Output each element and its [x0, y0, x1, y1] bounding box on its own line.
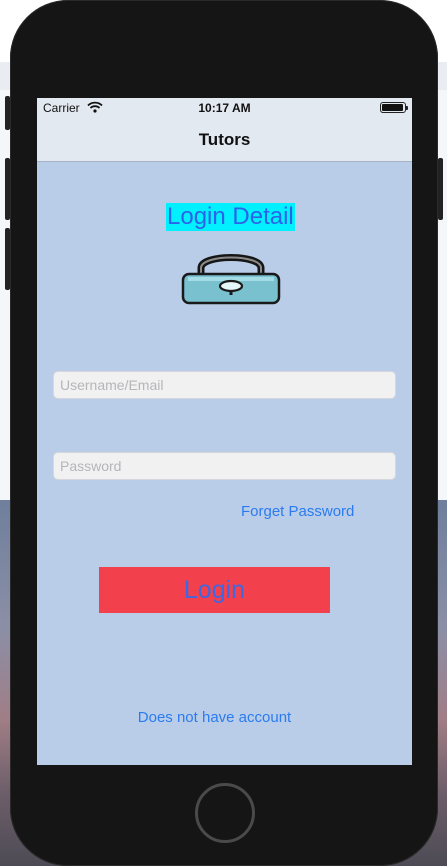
nav-title: Tutors	[198, 130, 251, 149]
mute-switch	[5, 96, 10, 130]
volume-up-button	[5, 158, 10, 220]
password-input[interactable]	[53, 452, 396, 480]
volume-down-button	[5, 228, 10, 290]
no-account-link[interactable]: Does not have account	[37, 709, 392, 726]
navigation-bar: Tutors	[37, 118, 412, 162]
username-email-input[interactable]	[53, 371, 396, 399]
home-button[interactable]	[195, 783, 255, 843]
login-detail-heading: Login Detail	[166, 203, 295, 231]
app-screen: Carrier 10:17 AM Tutors Login Detail For…	[37, 98, 412, 765]
lock-icon	[181, 254, 281, 305]
power-button	[438, 158, 443, 220]
clock: 10:17 AM	[198, 101, 251, 115]
status-bar: Carrier 10:17 AM	[37, 98, 412, 118]
login-button[interactable]: Login	[99, 567, 330, 613]
forget-password-link[interactable]: Forget Password	[241, 503, 354, 520]
battery-icon	[380, 102, 408, 113]
